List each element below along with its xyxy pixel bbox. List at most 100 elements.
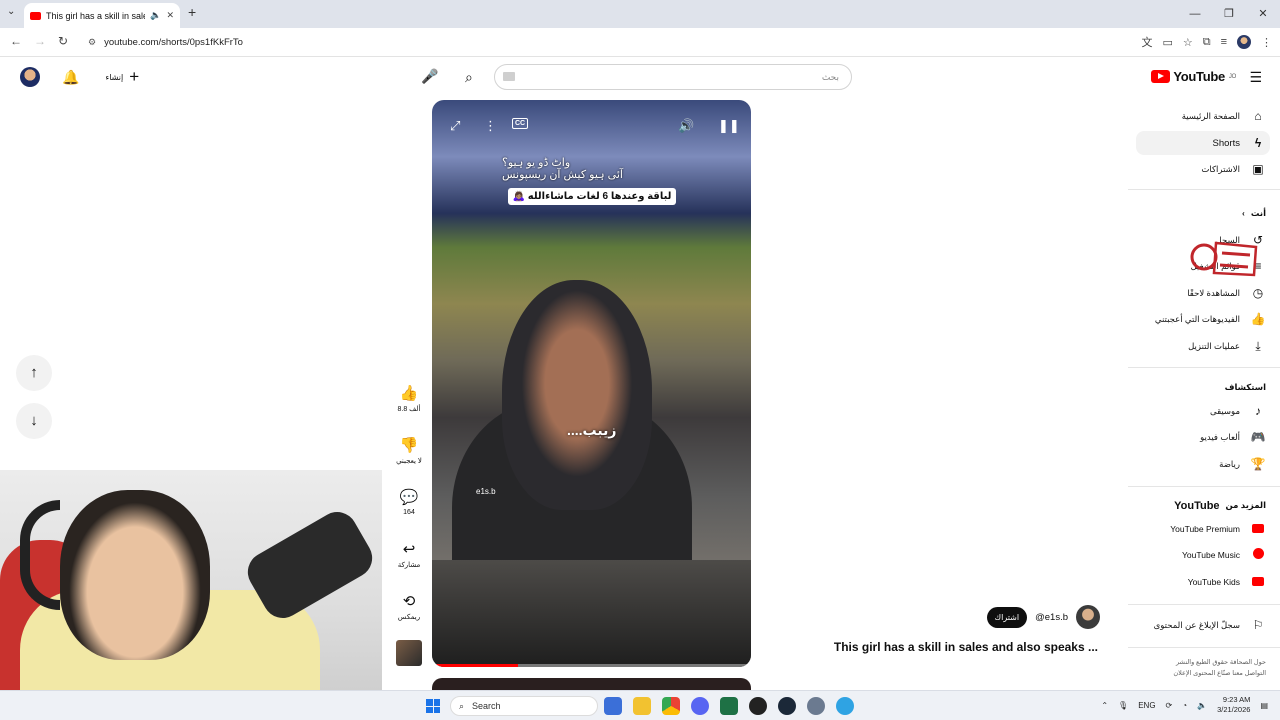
share-button[interactable]: ↩ مشاركة — [392, 541, 426, 569]
previous-short-button[interactable]: ↑ — [16, 355, 52, 391]
translate-icon[interactable]: 文 — [1141, 34, 1152, 50]
sidebar-divider — [1128, 647, 1280, 648]
fullscreen-icon[interactable]: ⤢ — [450, 118, 460, 134]
dislike-button[interactable]: 👎 لا يعجبني — [392, 437, 426, 465]
notifications-bell-icon[interactable]: 🔔 — [62, 69, 79, 86]
reload-icon[interactable]: ↻ — [58, 34, 68, 48]
subscribe-button[interactable]: اشتراك — [986, 606, 1028, 628]
app-icon[interactable] — [836, 697, 854, 715]
like-button[interactable]: 👍 8.8 ألف — [392, 385, 426, 413]
remix-button[interactable]: ⟲ ريمكس — [392, 593, 426, 621]
next-short-button[interactable]: ↓ — [16, 403, 52, 439]
obs-icon[interactable] — [749, 697, 767, 715]
tray-chevron-up-icon[interactable]: ⌃ — [1101, 701, 1108, 710]
sidebar-item-report-history[interactable]: سجلّ الإبلاغ عن المحتوى ⚐ — [1130, 613, 1266, 637]
forward-arrow-icon[interactable]: → — [34, 34, 46, 48]
sidebar-divider — [1128, 367, 1280, 368]
new-tab-button[interactable]: + — [188, 4, 196, 20]
minimize-button[interactable]: — — [1178, 0, 1212, 28]
shorts-video-player[interactable]: ⤢ ⋮ CC 🔊 ❚❚ واٹ ڈو یو ہیو؟ آئی ہیو کیش آ… — [432, 100, 751, 667]
system-clock[interactable]: 9:23 AM 3/21/2026 — [1217, 695, 1250, 715]
liked-icon: 👍 — [1250, 312, 1266, 326]
profile-avatar[interactable] — [1237, 35, 1251, 49]
bookmark-star-icon[interactable]: ☆ — [1183, 36, 1193, 49]
footer-links-2[interactable]: التواصل معنا صنّاع المحتوى الإعلان — [1136, 668, 1266, 679]
file-explorer-icon[interactable] — [633, 697, 651, 715]
taskbar-search[interactable]: ⌕ Search — [450, 696, 598, 716]
language-indicator[interactable]: ENG — [1138, 701, 1155, 710]
extensions-icon[interactable]: ⧉ — [1203, 36, 1211, 49]
site-info-icon[interactable]: ⚙ — [88, 37, 96, 48]
sidebar-item-watch-later[interactable]: المشاهدة لاحقًا ◷ — [1130, 281, 1266, 305]
next-short-preview[interactable] — [432, 678, 751, 690]
sidebar-item-music[interactable]: موسيقى ♪ — [1130, 399, 1266, 423]
settings-gear-icon[interactable] — [807, 697, 825, 715]
sidebar-item-home[interactable]: الصفحة الرئيسية ⌂ — [1130, 104, 1266, 128]
account-avatar[interactable] — [20, 67, 40, 87]
sidebar-item-subscriptions[interactable]: الاشتراكات ▣ — [1130, 157, 1266, 181]
notifications-icon[interactable]: ▤ — [1260, 701, 1268, 710]
streamer-logo-overlay — [1190, 241, 1258, 277]
browser-menu-icon[interactable]: ⋮ — [1261, 36, 1272, 49]
address-bar-row: ← → ↻ ⚙ youtube.com/shorts/0ps1fKkFrTo 文… — [0, 28, 1280, 57]
sidebar-item-liked[interactable]: الفيديوهات التي أعجبتني 👍 — [1130, 307, 1266, 331]
video-progress-fill — [432, 664, 519, 667]
captions-cc-button[interactable]: CC — [512, 118, 529, 129]
search-icon[interactable]: ⌕ — [465, 69, 473, 86]
voice-search-mic-icon[interactable]: 🎤 — [421, 68, 438, 85]
flag-icon: ⚐ — [1252, 618, 1264, 632]
close-window-button[interactable]: ✕ — [1246, 0, 1280, 28]
discord-icon[interactable] — [691, 697, 709, 715]
sidebar-item-gaming[interactable]: ألعاب فيديو 🎮 — [1130, 425, 1266, 449]
create-button[interactable]: إنشاء + — [105, 67, 139, 87]
channel-handle[interactable]: @e1s.b — [1035, 612, 1068, 623]
music-icon: ♪ — [1255, 404, 1261, 418]
sound-thumbnail[interactable] — [392, 640, 426, 666]
tab-audio-icon[interactable]: 🔈 — [150, 10, 161, 21]
speaker-icon[interactable]: 🔈 — [1197, 701, 1207, 710]
browser-tab[interactable]: This girl has a skill in sales a 🔈 ✕ — [24, 3, 180, 28]
steam-icon[interactable] — [778, 697, 796, 715]
more-options-icon[interactable]: ⋮ — [484, 118, 497, 134]
sidebar-you-heading[interactable]: ‹ أنت — [1242, 208, 1266, 219]
video-progress-bar[interactable] — [432, 664, 751, 667]
video-title[interactable]: This girl has a skill in sales and also … — [834, 640, 1098, 654]
search-input[interactable]: بحث — [494, 64, 852, 90]
sidebar-item-youtube-kids[interactable]: YouTube Kids — [1130, 570, 1266, 594]
tab-search-icon[interactable]: ⌄ — [7, 6, 15, 17]
sidebar-item-youtube-music[interactable]: YouTube Music — [1130, 543, 1266, 567]
share-label: مشاركة — [397, 562, 421, 569]
windows-start-icon[interactable] — [426, 699, 440, 713]
sidebar-item-shorts[interactable]: Shorts ϟ — [1136, 131, 1270, 155]
task-view-icon[interactable] — [604, 697, 622, 715]
back-arrow-icon[interactable]: ← — [10, 34, 22, 48]
footer-links-1[interactable]: حول الصحافة حقوق الطبع والنشر — [1136, 657, 1266, 668]
sidebar-item-youtube-premium[interactable]: YouTube Premium — [1130, 517, 1266, 541]
sports-trophy-icon: 🏆 — [1250, 457, 1266, 471]
wifi-icon[interactable]: ◔ — [1182, 701, 1187, 710]
youtube-logo[interactable]: YouTube JO — [1151, 69, 1236, 84]
keyboard-icon[interactable] — [503, 72, 515, 81]
media-controls-icon[interactable]: ≡ — [1221, 36, 1227, 48]
restore-button[interactable]: ❐ — [1212, 0, 1246, 28]
sidebar-divider — [1128, 189, 1280, 190]
sidebar-divider — [1128, 604, 1280, 605]
excel-icon[interactable] — [720, 697, 738, 715]
channel-avatar[interactable] — [1076, 605, 1100, 629]
cast-icon[interactable]: ▭ — [1162, 36, 1172, 49]
sync-icon[interactable]: ⟳ — [1166, 701, 1173, 710]
sidebar-item-sports[interactable]: رياضة 🏆 — [1130, 452, 1266, 476]
comments-button[interactable]: 💬 164 — [392, 489, 426, 516]
guide-menu-icon[interactable]: ☰ — [1249, 69, 1262, 86]
tray-mic-icon[interactable]: 🎙 — [1118, 701, 1128, 710]
sidebar-item-label: الصفحة الرئيسية — [1181, 110, 1240, 121]
youtube-music-icon — [1250, 548, 1266, 562]
sidebar-item-downloads[interactable]: عمليات التنزيل ⤓ — [1130, 334, 1266, 358]
tab-close-icon[interactable]: ✕ — [166, 10, 174, 21]
chrome-icon[interactable] — [662, 697, 680, 715]
volume-icon[interactable]: 🔊 — [678, 118, 694, 134]
logo-text: YouTube — [1173, 69, 1225, 84]
tab-title: This girl has a skill in sales a — [46, 10, 145, 21]
url-field[interactable]: ⚙ youtube.com/shorts/0ps1fKkFrTo — [80, 32, 1090, 53]
pause-icon[interactable]: ❚❚ — [718, 118, 740, 134]
